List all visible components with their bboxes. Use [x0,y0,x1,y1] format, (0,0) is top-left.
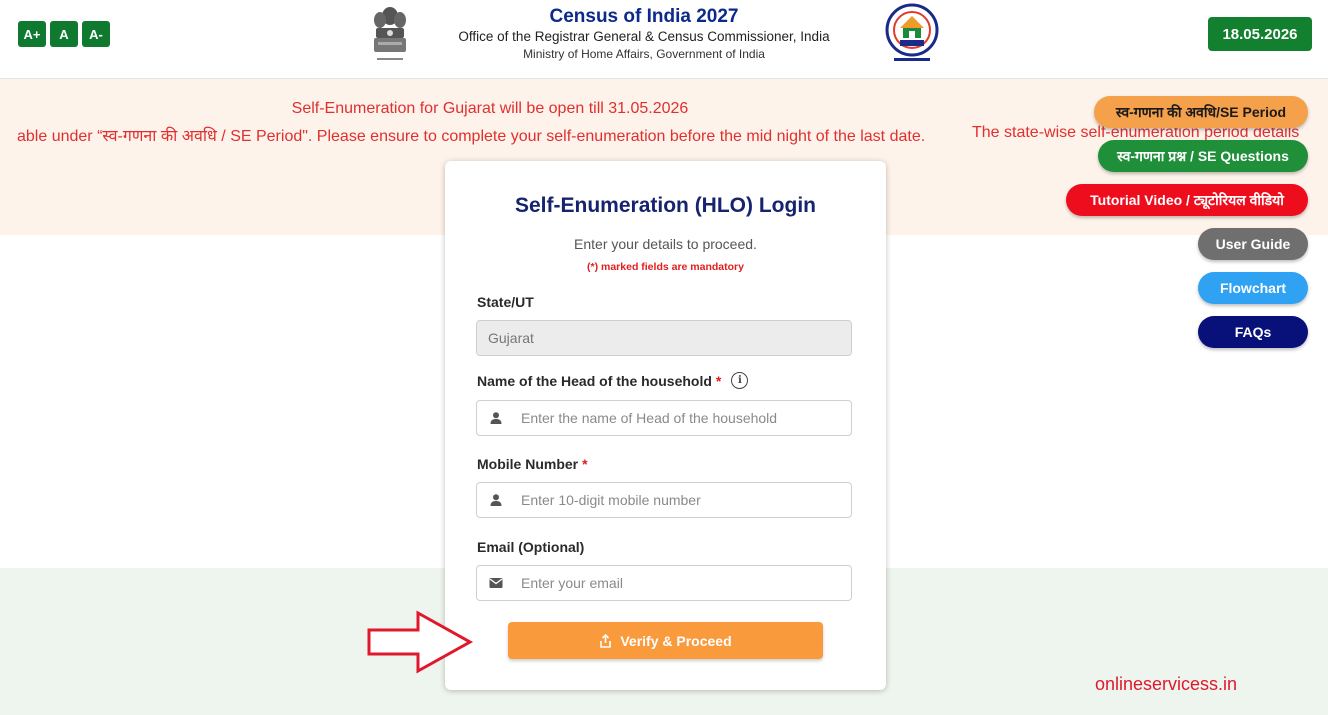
site-title: Census of India 2027 [549,6,739,27]
flowchart-button[interactable]: Flowchart [1198,272,1308,304]
font-size-controls: A+ A A- [18,21,110,47]
person-icon [490,412,502,424]
verify-proceed-button[interactable]: Verify & Proceed [508,622,823,659]
mobile-label: Mobile Number * [477,456,588,472]
ticker-text-1: able under “स्व-गणना की अवधि / SE Period… [17,128,926,145]
mobile-label-text: Mobile Number [477,456,579,472]
email-label: Email (Optional) [477,539,584,555]
email-field[interactable] [476,565,852,601]
head-name-field[interactable] [476,400,852,436]
current-date-badge: 18.05.2026 [1208,17,1312,51]
pointer-arrow-icon [367,610,474,674]
required-mark: * [582,456,588,472]
share-icon [600,633,612,648]
state-field [476,320,852,356]
form-title: Self-Enumeration (HLO) Login [515,194,816,217]
enumeration-notice: Self-Enumeration for Gujarat will be ope… [291,100,689,117]
font-increase-button[interactable]: A+ [18,21,46,47]
email-input[interactable] [521,566,841,600]
form-subtitle: Enter your details to proceed. [574,236,757,252]
mobile-field[interactable] [476,482,852,518]
ministry-name: Ministry of Home Affairs, Government of … [523,47,765,61]
login-card: Self-Enumeration (HLO) Login Enter your … [445,161,886,690]
state-label-text: State/UT [477,294,534,310]
se-period-button[interactable]: स्व-गणना की अवधि/SE Period [1094,96,1308,128]
site-header: A+ A A- Census of India 2027 Office of t… [0,0,1328,79]
font-reset-button[interactable]: A [50,21,78,47]
watermark-text: onlineservicess.in [1095,674,1238,694]
state-label: State/UT [477,294,534,310]
font-decrease-button[interactable]: A- [82,21,110,47]
state-input [488,321,808,355]
mobile-input[interactable] [521,483,841,517]
person-icon [490,494,502,506]
office-name: Office of the Registrar General & Census… [458,29,830,44]
user-guide-button[interactable]: User Guide [1198,228,1308,260]
mandatory-note: (*) marked fields are mandatory [587,261,744,273]
info-icon[interactable]: i [731,372,749,389]
faqs-button[interactable]: FAQs [1198,316,1308,348]
required-mark: * [715,372,722,389]
verify-label: Verify & Proceed [620,632,732,649]
tutorial-video-button[interactable]: Tutorial Video / ट्यूटोरियल वीडियो [1066,184,1308,216]
national-emblem-icon [374,7,406,60]
header-text: Census of India 2027 Office of the Regis… [432,6,856,62]
head-label: Name of the Head of the household * i [477,372,749,389]
head-name-input[interactable] [521,401,841,435]
census-logo-icon [885,3,939,61]
envelope-icon [489,578,503,588]
se-questions-button[interactable]: स्व-गणना प्रश्न / SE Questions [1098,140,1308,172]
email-label-text: Email (Optional) [477,539,585,555]
head-label-text: Name of the Head of the household [477,372,712,389]
